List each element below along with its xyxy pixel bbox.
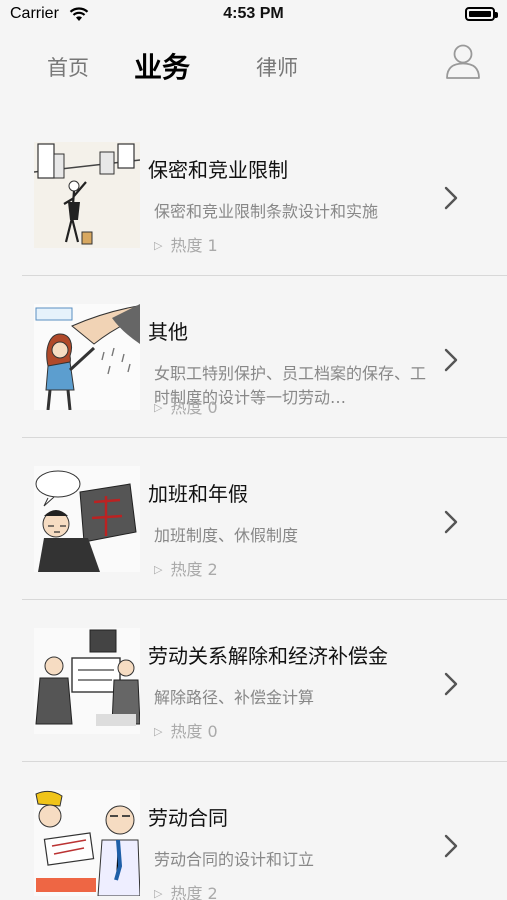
heat-label: 热度 1 [170, 236, 218, 255]
tab-home[interactable]: 首页 [47, 52, 89, 82]
battery-icon [465, 7, 498, 21]
clock: 4:53 PM [223, 5, 284, 22]
list-item[interactable]: 保密和竞业限制 保密和竞业限制条款设计和实施 ▷ 热度 1 [22, 114, 507, 276]
business-list: 保密和竞业限制 保密和竞业限制条款设计和实施 ▷ 热度 1 其他 女职工特别保护、… [22, 114, 507, 900]
item-heat: ▷ 热度 0 [154, 718, 218, 742]
heat-label: 热度 2 [170, 560, 218, 579]
list-item[interactable]: 劳动合同 劳动合同的设计和订立 ▷ 热度 2 [22, 762, 507, 900]
item-description: 加班制度、休假制度 [154, 526, 299, 545]
item-thumbnail [34, 628, 140, 734]
item-thumbnail [34, 790, 140, 896]
list-item[interactable]: 加班和年假 加班制度、休假制度 ▷ 热度 2 [22, 438, 507, 600]
heat-label: 热度 0 [170, 398, 218, 417]
top-nav: 首页 业务 律师 [0, 30, 507, 110]
heat-triangle-icon: ▷ [154, 239, 163, 252]
item-thumbnail [34, 304, 140, 410]
chevron-right-icon[interactable] [444, 672, 458, 696]
item-heat: ▷ 热度 1 [154, 232, 218, 256]
item-heat: ▷ 热度 0 [154, 394, 218, 418]
status-bar: Carrier 4:53 PM [0, 0, 507, 30]
list-item[interactable]: 其他 女职工特别保护、员工档案的保存、工时制度的设计等一切劳动… ▷ 热度 0 [22, 276, 507, 438]
user-profile-icon[interactable] [444, 42, 482, 80]
item-heat: ▷ 热度 2 [154, 880, 218, 900]
item-thumbnail [34, 142, 140, 248]
heat-label: 热度 0 [170, 722, 218, 741]
item-description: 劳动合同的设计和订立 [154, 850, 315, 869]
item-thumbnail [34, 466, 140, 572]
heat-triangle-icon: ▷ [154, 401, 163, 414]
item-description: 保密和竞业限制条款设计和实施 [154, 202, 379, 221]
item-description: 解除路径、补偿金计算 [154, 688, 315, 707]
item-title: 保密和竞业限制 [148, 158, 288, 182]
heat-triangle-icon: ▷ [154, 725, 163, 738]
chevron-right-icon[interactable] [444, 834, 458, 858]
item-title: 劳动合同 [148, 806, 228, 830]
item-title: 加班和年假 [148, 482, 248, 506]
list-item[interactable]: 劳动关系解除和经济补偿金 解除路径、补偿金计算 ▷ 热度 0 [22, 600, 507, 762]
tab-lawyer[interactable]: 律师 [256, 52, 298, 82]
item-heat: ▷ 热度 2 [154, 556, 218, 580]
chevron-right-icon[interactable] [444, 510, 458, 534]
item-title: 其他 [148, 320, 188, 344]
tab-business[interactable]: 业务 [134, 46, 190, 86]
item-title: 劳动关系解除和经济补偿金 [148, 644, 388, 668]
chevron-right-icon[interactable] [444, 348, 458, 372]
heat-triangle-icon: ▷ [154, 887, 163, 900]
heat-triangle-icon: ▷ [154, 563, 163, 576]
chevron-right-icon[interactable] [444, 186, 458, 210]
heat-label: 热度 2 [170, 884, 218, 900]
